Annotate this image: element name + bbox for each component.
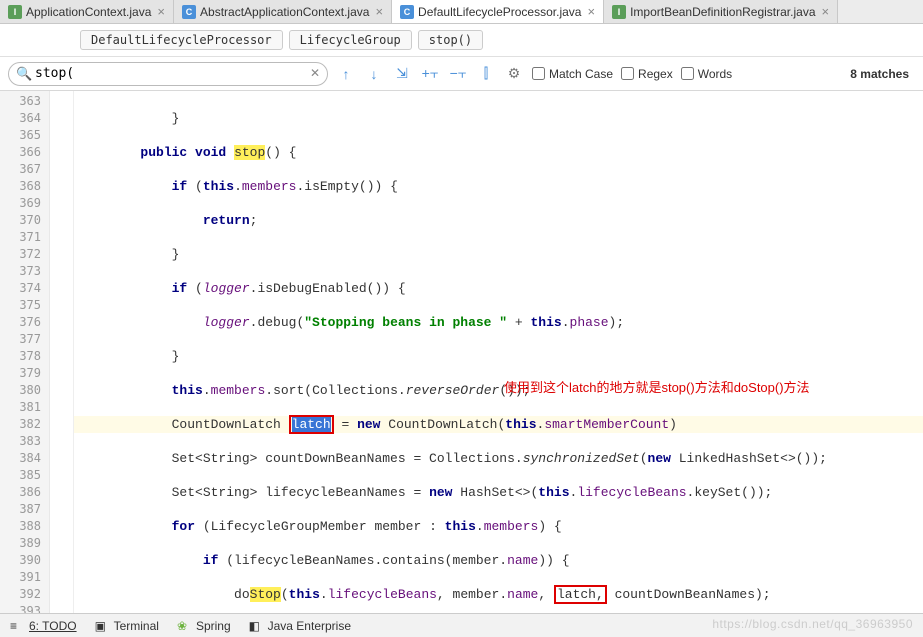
marker-column [50,91,74,631]
find-input[interactable] [8,62,328,86]
find-bar: 🔍 ✕ ↑ ↓ ⇲ +⫟ −⫟ ⫿ ⚙ Match Case Regex Wor… [0,57,923,91]
add-selection-button[interactable]: +⫟ [420,64,440,84]
terminal-icon: ▣ [95,619,109,633]
tab-label: ApplicationContext.java [26,5,151,19]
class-icon: C [400,5,414,19]
regex-checkbox[interactable]: Regex [621,67,673,81]
tab-import-bean-definition-registrar[interactable]: I ImportBeanDefinitionRegistrar.java × [604,0,838,23]
select-all-button[interactable]: ⇲ [392,64,412,84]
search-icon: 🔍 [16,66,32,82]
find-input-wrapper: 🔍 ✕ [8,62,328,86]
annotation-text: 使用到这个latch的地方就是stop()方法和doStop()方法 [504,379,810,396]
interface-icon: I [8,5,22,19]
spring-icon: ❀ [177,619,191,633]
breadcrumb: DefaultLifecycleProcessor LifecycleGroup… [0,24,923,57]
prev-match-button[interactable]: ↑ [336,64,356,84]
breadcrumb-class[interactable]: DefaultLifecycleProcessor [80,30,283,50]
close-icon[interactable]: × [587,4,595,19]
words-checkbox[interactable]: Words [681,67,732,81]
match-case-checkbox[interactable]: Match Case [532,67,613,81]
tab-default-lifecycle-processor[interactable]: C DefaultLifecycleProcessor.java × [392,0,604,23]
todo-icon: ≡ [10,619,24,633]
find-settings-button[interactable]: ⚙ [504,64,524,84]
code-editor[interactable]: 363 364 365 366 367 368 369 370 371 372 … [0,91,923,631]
select-all-occurrences-button[interactable]: ⫿ [476,64,496,84]
tab-abstract-application-context[interactable]: C AbstractApplicationContext.java × [174,0,392,23]
todo-tool-button[interactable]: ≡6: TODO [10,619,77,633]
close-icon[interactable]: × [822,4,830,19]
tab-label: AbstractApplicationContext.java [200,5,369,19]
breadcrumb-method[interactable]: stop() [418,30,483,50]
tab-application-context[interactable]: I ApplicationContext.java × [0,0,174,23]
interface-icon: I [612,5,626,19]
java-ee-icon: ◧ [249,619,263,633]
tab-label: ImportBeanDefinitionRegistrar.java [630,5,815,19]
match-count: 8 matches [850,67,915,81]
watermark: https://blog.csdn.net/qq_36963950 [712,617,913,631]
tab-label: DefaultLifecycleProcessor.java [418,5,581,19]
next-match-button[interactable]: ↓ [364,64,384,84]
remove-selection-button[interactable]: −⫟ [448,64,468,84]
editor-tabs: I ApplicationContext.java × C AbstractAp… [0,0,923,24]
terminal-tool-button[interactable]: ▣Terminal [95,619,159,633]
class-icon: C [182,5,196,19]
close-icon[interactable]: × [157,4,165,19]
close-icon[interactable]: × [375,4,383,19]
code-area[interactable]: } public void stop() { if (this.members.… [74,91,923,631]
clear-icon[interactable]: ✕ [310,66,320,80]
line-gutter: 363 364 365 366 367 368 369 370 371 372 … [0,91,50,631]
java-ee-tool-button[interactable]: ◧Java Enterprise [249,619,351,633]
spring-tool-button[interactable]: ❀Spring [177,619,231,633]
breadcrumb-inner-class[interactable]: LifecycleGroup [289,30,412,50]
